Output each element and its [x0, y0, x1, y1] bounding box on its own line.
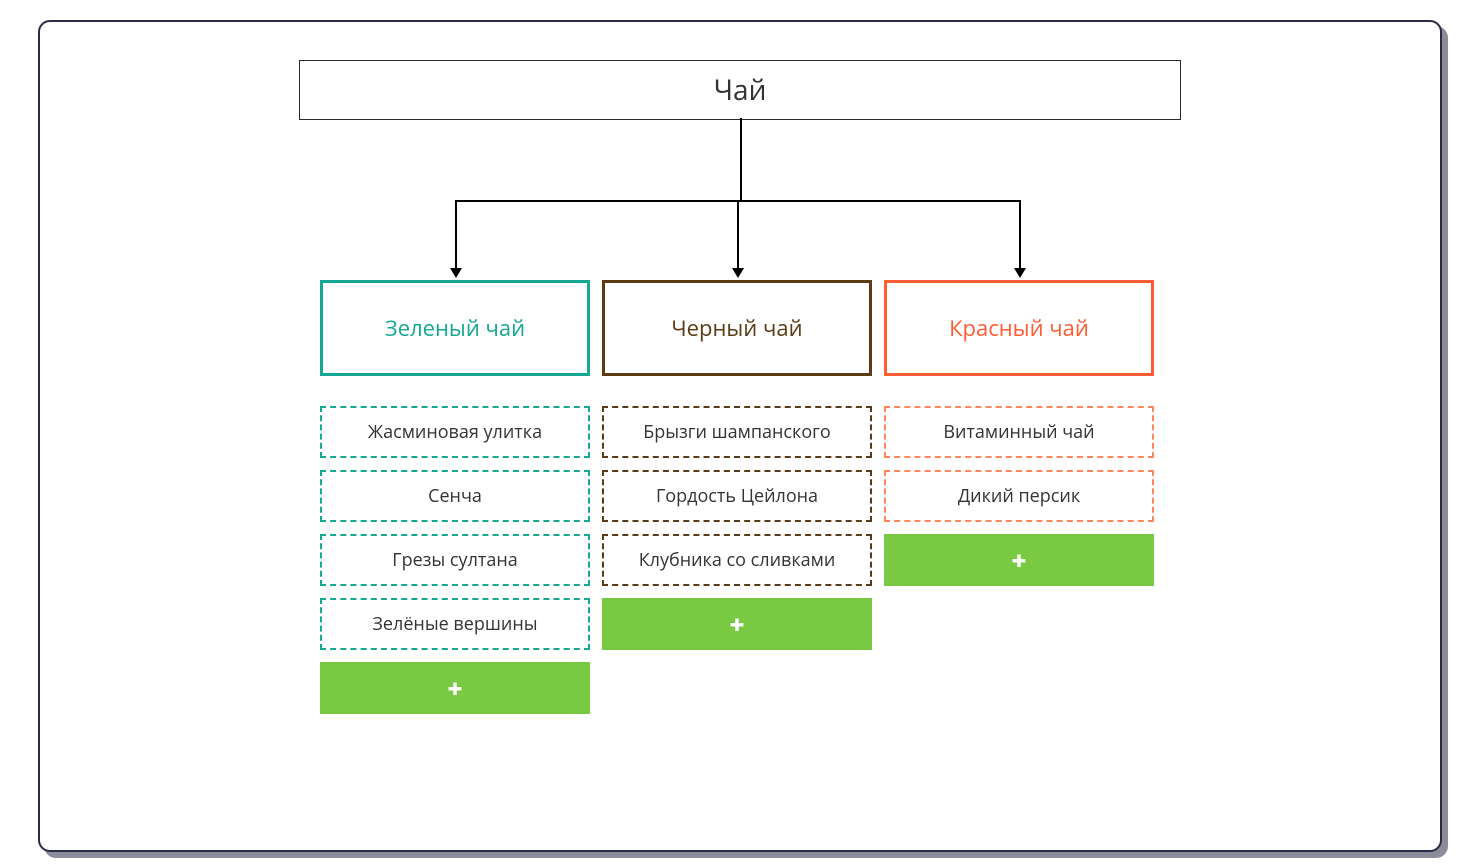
- item-list: Витаминный чай Дикий персик: [884, 406, 1154, 522]
- plus-icon: +: [447, 675, 462, 701]
- root-node[interactable]: Чай: [299, 60, 1181, 120]
- item-label: Грезы султана: [392, 548, 518, 572]
- category-column-green: Зеленый чай Жасминовая улитка Сенча Грез…: [320, 280, 590, 714]
- category-label: Зеленый чай: [385, 313, 525, 343]
- category-column-black: Черный чай Брызги шампанского Гордость Ц…: [602, 280, 872, 650]
- item-node[interactable]: Гордость Цейлона: [602, 470, 872, 522]
- connector-line: [455, 200, 457, 268]
- category-node-green[interactable]: Зеленый чай: [320, 280, 590, 376]
- connector-line: [1019, 200, 1021, 268]
- item-label: Жасминовая улитка: [368, 420, 542, 444]
- arrow-icon: [1014, 268, 1026, 278]
- arrow-icon: [450, 268, 462, 278]
- category-column-red: Красный чай Витаминный чай Дикий персик …: [884, 280, 1154, 586]
- plus-icon: +: [1011, 547, 1026, 573]
- item-list: Жасминовая улитка Сенча Грезы султана Зе…: [320, 406, 590, 650]
- item-node[interactable]: Витаминный чай: [884, 406, 1154, 458]
- category-node-black[interactable]: Черный чай: [602, 280, 872, 376]
- item-node[interactable]: Брызги шампанского: [602, 406, 872, 458]
- arrow-icon: [732, 268, 744, 278]
- connector-line: [737, 200, 739, 268]
- item-label: Гордость Цейлона: [656, 484, 818, 508]
- add-item-button[interactable]: +: [320, 662, 590, 714]
- item-label: Витаминный чай: [943, 420, 1094, 444]
- item-node[interactable]: Клубника со сливками: [602, 534, 872, 586]
- item-node[interactable]: Зелёные вершины: [320, 598, 590, 650]
- item-node[interactable]: Дикий персик: [884, 470, 1154, 522]
- connector-line: [740, 118, 742, 200]
- diagram-canvas: Чай Зеленый чай Жасминовая улитка Сенча: [0, 0, 1476, 868]
- category-label: Красный чай: [949, 313, 1089, 343]
- add-item-button[interactable]: +: [602, 598, 872, 650]
- item-node[interactable]: Жасминовая улитка: [320, 406, 590, 458]
- add-item-button[interactable]: +: [884, 534, 1154, 586]
- item-list: Брызги шампанского Гордость Цейлона Клуб…: [602, 406, 872, 586]
- item-label: Дикий персик: [958, 484, 1080, 508]
- item-node[interactable]: Грезы султана: [320, 534, 590, 586]
- diagram-frame: Чай Зеленый чай Жасминовая улитка Сенча: [38, 20, 1442, 852]
- item-node[interactable]: Сенча: [320, 470, 590, 522]
- item-label: Клубника со сливками: [639, 548, 836, 572]
- item-label: Зелёные вершины: [372, 612, 537, 636]
- root-label: Чай: [714, 71, 767, 109]
- category-node-red[interactable]: Красный чай: [884, 280, 1154, 376]
- item-label: Сенча: [428, 484, 482, 508]
- item-label: Брызги шампанского: [643, 420, 831, 444]
- category-label: Черный чай: [671, 313, 802, 343]
- plus-icon: +: [729, 611, 744, 637]
